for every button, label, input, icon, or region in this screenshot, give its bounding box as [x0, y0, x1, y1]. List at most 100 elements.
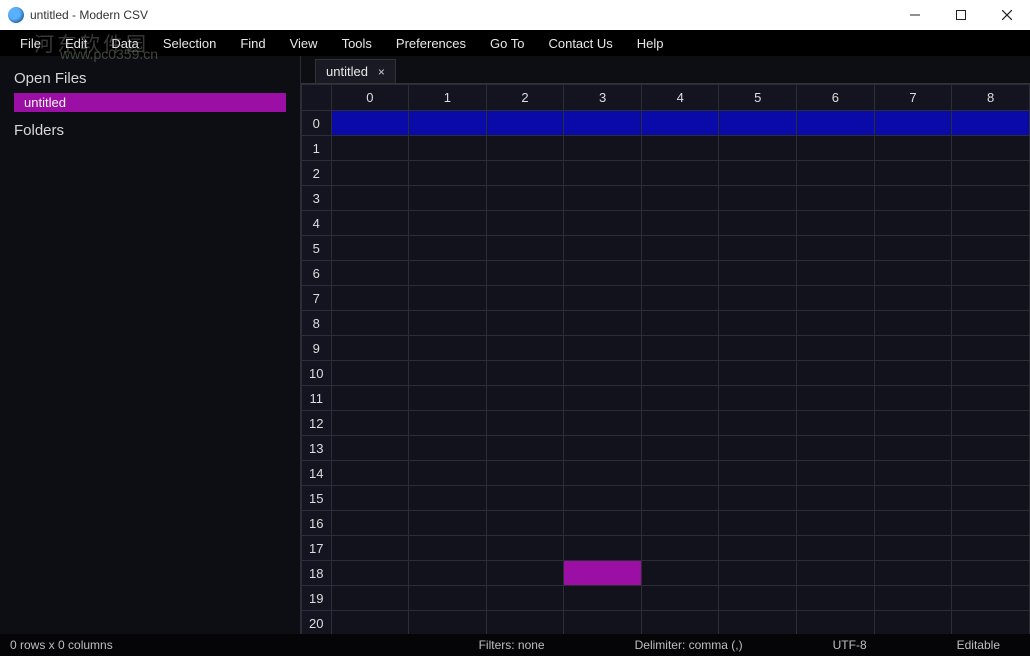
cell[interactable]	[719, 561, 797, 586]
cell[interactable]	[719, 311, 797, 336]
cell[interactable]	[486, 486, 564, 511]
cell[interactable]	[409, 436, 487, 461]
cell[interactable]	[409, 111, 487, 136]
cell[interactable]	[719, 111, 797, 136]
cell[interactable]	[952, 111, 1030, 136]
cell[interactable]	[331, 136, 409, 161]
cell[interactable]	[331, 261, 409, 286]
cell[interactable]	[409, 211, 487, 236]
cell[interactable]	[331, 361, 409, 386]
grid-corner[interactable]	[302, 85, 332, 111]
cell[interactable]	[874, 436, 952, 461]
cell[interactable]	[719, 611, 797, 635]
cell[interactable]	[486, 611, 564, 635]
menu-selection[interactable]: Selection	[151, 33, 228, 54]
cell[interactable]	[331, 236, 409, 261]
cell[interactable]	[874, 261, 952, 286]
cell[interactable]	[952, 561, 1030, 586]
cell[interactable]	[797, 161, 875, 186]
cell[interactable]	[486, 436, 564, 461]
cell[interactable]	[331, 336, 409, 361]
cell[interactable]	[486, 186, 564, 211]
cell[interactable]	[331, 536, 409, 561]
cell[interactable]	[409, 536, 487, 561]
cell[interactable]	[641, 261, 719, 286]
cell[interactable]	[641, 461, 719, 486]
row-header[interactable]: 14	[302, 461, 332, 486]
cell[interactable]	[641, 411, 719, 436]
col-header[interactable]: 5	[719, 85, 797, 111]
cell[interactable]	[952, 411, 1030, 436]
cell[interactable]	[641, 336, 719, 361]
cell[interactable]	[797, 586, 875, 611]
cell[interactable]	[952, 161, 1030, 186]
cell[interactable]	[797, 336, 875, 361]
cell[interactable]	[874, 336, 952, 361]
row-header[interactable]: 10	[302, 361, 332, 386]
minimize-button[interactable]	[892, 0, 938, 30]
cell[interactable]	[564, 161, 642, 186]
cell[interactable]	[719, 461, 797, 486]
row-header[interactable]: 5	[302, 236, 332, 261]
menu-file[interactable]: File	[8, 33, 53, 54]
cell[interactable]	[719, 336, 797, 361]
row-header[interactable]: 4	[302, 211, 332, 236]
cell[interactable]	[797, 611, 875, 635]
cell[interactable]	[409, 286, 487, 311]
cell[interactable]	[797, 461, 875, 486]
cell[interactable]	[952, 311, 1030, 336]
sidebar-file-untitled[interactable]: untitled	[14, 93, 286, 112]
cell[interactable]	[874, 111, 952, 136]
cell[interactable]	[486, 336, 564, 361]
menu-preferences[interactable]: Preferences	[384, 33, 478, 54]
cell[interactable]	[874, 361, 952, 386]
menu-help[interactable]: Help	[625, 33, 676, 54]
cell[interactable]	[874, 461, 952, 486]
cell[interactable]	[874, 411, 952, 436]
cell[interactable]	[952, 211, 1030, 236]
close-icon[interactable]: ×	[378, 65, 385, 79]
cell[interactable]	[409, 561, 487, 586]
cell[interactable]	[952, 186, 1030, 211]
cell[interactable]	[331, 586, 409, 611]
cell[interactable]	[719, 411, 797, 436]
cell[interactable]	[641, 286, 719, 311]
cell[interactable]	[952, 436, 1030, 461]
cell[interactable]	[331, 461, 409, 486]
cell[interactable]	[486, 461, 564, 486]
cell[interactable]	[564, 136, 642, 161]
col-header[interactable]: 7	[874, 85, 952, 111]
row-header[interactable]: 15	[302, 486, 332, 511]
cell[interactable]	[486, 261, 564, 286]
cell[interactable]	[641, 311, 719, 336]
col-header[interactable]: 3	[564, 85, 642, 111]
cell[interactable]	[486, 536, 564, 561]
cell[interactable]	[874, 511, 952, 536]
cell[interactable]	[409, 236, 487, 261]
cell[interactable]	[409, 311, 487, 336]
cell[interactable]	[952, 511, 1030, 536]
menu-go-to[interactable]: Go To	[478, 33, 536, 54]
col-header[interactable]: 0	[331, 85, 409, 111]
cell[interactable]	[486, 286, 564, 311]
menu-data[interactable]: Data	[99, 33, 150, 54]
grid[interactable]: 0123456780123456789101112131415161718192…	[301, 84, 1030, 634]
cell[interactable]	[719, 386, 797, 411]
cell[interactable]	[719, 211, 797, 236]
cell[interactable]	[564, 511, 642, 536]
row-header[interactable]: 20	[302, 611, 332, 635]
cell[interactable]	[719, 586, 797, 611]
cell[interactable]	[874, 311, 952, 336]
row-header[interactable]: 16	[302, 511, 332, 536]
cell[interactable]	[564, 261, 642, 286]
cell[interactable]	[409, 461, 487, 486]
cell[interactable]	[486, 386, 564, 411]
cell[interactable]	[486, 561, 564, 586]
cell[interactable]	[797, 186, 875, 211]
cell[interactable]	[331, 561, 409, 586]
cell[interactable]	[409, 586, 487, 611]
cell[interactable]	[797, 361, 875, 386]
cell[interactable]	[719, 236, 797, 261]
cell[interactable]	[952, 461, 1030, 486]
cell[interactable]	[719, 261, 797, 286]
